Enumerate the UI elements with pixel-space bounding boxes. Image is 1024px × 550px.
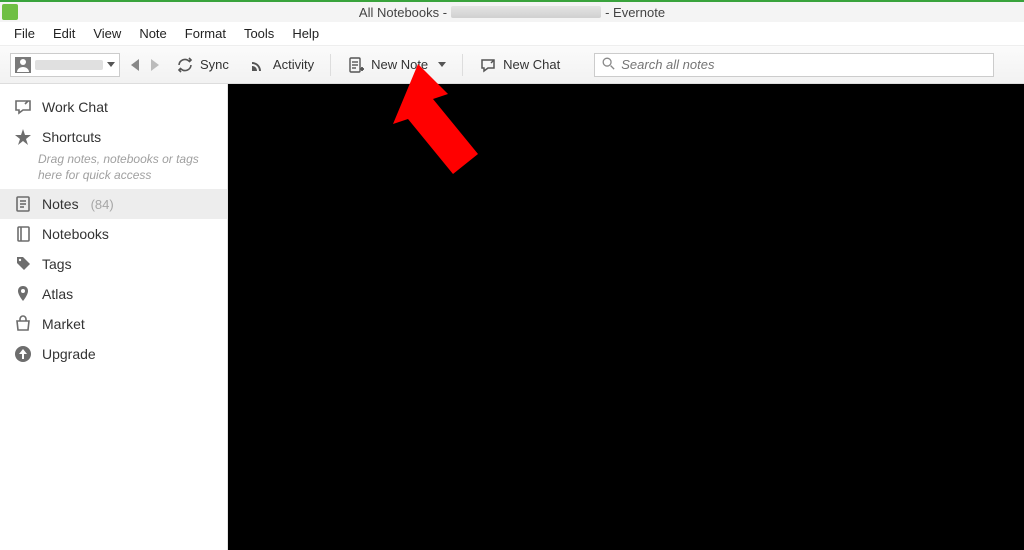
menu-view[interactable]: View (85, 24, 129, 43)
menu-note[interactable]: Note (131, 24, 174, 43)
satellite-icon (249, 56, 267, 74)
new-chat-label: New Chat (503, 57, 560, 72)
tags-label: Tags (42, 256, 72, 272)
sidebar-item-work-chat[interactable]: Work Chat (0, 92, 227, 122)
sidebar-item-upgrade[interactable]: Upgrade (0, 339, 227, 369)
tag-icon (14, 255, 32, 273)
title-prefix: All Notebooks - (359, 5, 447, 20)
search-box[interactable] (594, 53, 994, 77)
new-note-label: New Note (371, 57, 428, 72)
sidebar: Work Chat Shortcuts Drag notes, notebook… (0, 84, 228, 550)
sync-label: Sync (200, 57, 229, 72)
menubar: File Edit View Note Format Tools Help (0, 22, 1024, 46)
sidebar-item-atlas[interactable]: Atlas (0, 279, 227, 309)
sidebar-item-tags[interactable]: Tags (0, 249, 227, 279)
menu-edit[interactable]: Edit (45, 24, 83, 43)
sidebar-item-market[interactable]: Market (0, 309, 227, 339)
new-note-icon (347, 56, 365, 74)
work-chat-label: Work Chat (42, 99, 108, 115)
search-icon (601, 56, 615, 73)
notes-count: (84) (91, 197, 114, 212)
location-icon (14, 285, 32, 303)
body: Work Chat Shortcuts Drag notes, notebook… (0, 84, 1024, 550)
title-account-redacted (451, 6, 601, 18)
chat-icon (479, 56, 497, 74)
new-note-dropdown-icon[interactable] (438, 62, 446, 67)
nav-buttons (128, 56, 162, 74)
notebook-icon (14, 225, 32, 243)
menu-format[interactable]: Format (177, 24, 234, 43)
caret-down-icon (107, 62, 115, 67)
shortcuts-hint: Drag notes, notebooks or tags here for q… (0, 152, 227, 189)
annotation-arrow (378, 64, 508, 194)
notes-icon (14, 195, 32, 213)
atlas-label: Atlas (42, 286, 73, 302)
sidebar-item-notes[interactable]: Notes (84) (0, 189, 227, 219)
market-label: Market (42, 316, 85, 332)
work-chat-icon (14, 98, 32, 116)
sidebar-item-shortcuts[interactable]: Shortcuts (0, 122, 227, 152)
nav-back-button[interactable] (128, 56, 144, 74)
avatar-icon (15, 57, 31, 73)
upgrade-label: Upgrade (42, 346, 96, 362)
star-icon (14, 128, 32, 146)
activity-label: Activity (273, 57, 314, 72)
notes-label: Notes (42, 196, 79, 212)
market-icon (14, 315, 32, 333)
nav-forward-button[interactable] (146, 56, 162, 74)
account-name-redacted (35, 60, 103, 70)
toolbar-separator (330, 54, 331, 76)
search-input[interactable] (621, 57, 987, 72)
toolbar-separator-2 (462, 54, 463, 76)
new-note-button[interactable]: New Note (341, 52, 452, 78)
sidebar-item-notebooks[interactable]: Notebooks (0, 219, 227, 249)
evernote-app-icon (2, 4, 18, 20)
menu-tools[interactable]: Tools (236, 24, 282, 43)
sync-icon (176, 56, 194, 74)
menu-file[interactable]: File (6, 24, 43, 43)
notebooks-label: Notebooks (42, 226, 109, 242)
title-suffix: - Evernote (605, 5, 665, 20)
new-chat-button[interactable]: New Chat (473, 52, 566, 78)
account-switcher[interactable] (10, 53, 120, 77)
menu-help[interactable]: Help (284, 24, 327, 43)
window-titlebar: All Notebooks - - Evernote (0, 0, 1024, 22)
toolbar: Sync Activity New Note New Chat (0, 46, 1024, 84)
shortcuts-label: Shortcuts (42, 129, 101, 145)
sync-button[interactable]: Sync (170, 52, 235, 78)
content-area (228, 84, 1024, 550)
activity-button[interactable]: Activity (243, 52, 320, 78)
upgrade-icon (14, 345, 32, 363)
